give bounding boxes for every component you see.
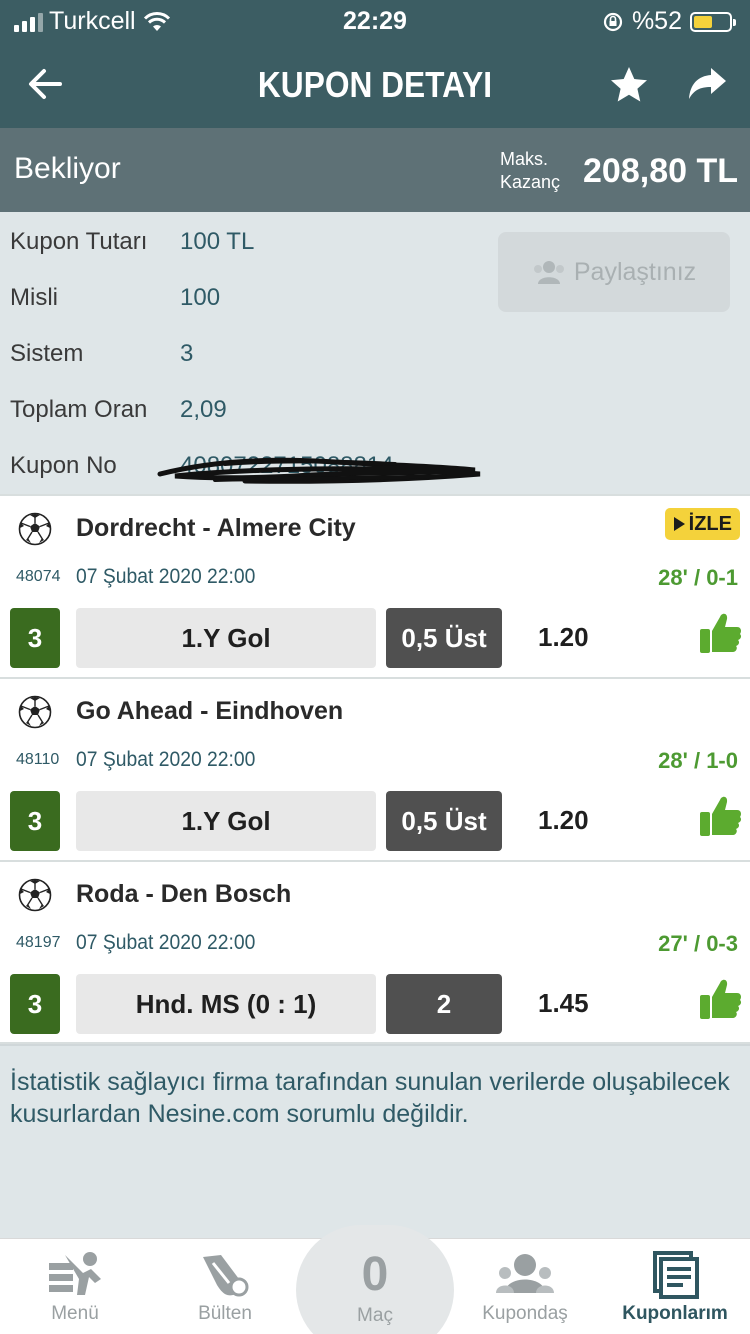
live-score: 28' / 1-0 [658,748,738,773]
battery-icon [690,11,736,32]
info-label: Toplam Oran [10,396,148,423]
match-card[interactable]: Dordrecht - Almere City İZLE 48074 07 Şu… [0,494,750,677]
match-date: 07 Şubat 2020 22:00 [76,931,256,954]
battery-percent: %52 [631,7,682,35]
match-date: 07 Şubat 2020 22:00 [76,565,256,588]
status-right: %52 [602,7,736,36]
play-icon [673,517,685,531]
coupon-state: Bekliyor [14,152,121,185]
page-title: KUPON DETAYI [257,64,493,105]
bet-market: Hnd. MS (0 : 1) [76,974,376,1034]
tab-bulletin[interactable]: Bülten [150,1239,300,1334]
community-icon [496,1254,554,1293]
share-button[interactable]: Paylaştınız [498,232,730,312]
match-date: 07 Şubat 2020 22:00 [76,748,256,771]
bet-odd: 1.20 [538,805,589,835]
tab-label: Menü [51,1303,99,1324]
info-value: 100 TL [180,228,255,255]
bet-market: 1.Y Gol [76,791,376,851]
bet-odd: 1.45 [538,988,589,1018]
share-button-label: Paylaştınız [573,257,697,286]
max-win-label-line1: Maks. [500,149,549,169]
soccer-ball-icon [18,695,52,729]
info-value: 100 [180,284,221,311]
info-label: Misli [10,284,58,311]
info-label: Kupon Tutarı [10,228,148,255]
my-coupons-icon [653,1251,699,1299]
share-arrow-icon[interactable] [686,64,728,106]
bet-pick: 0,5 Üst [386,791,502,851]
tab-label: Maç [357,1305,393,1326]
match-card[interactable]: Roda - Den Bosch 48197 07 Şubat 2020 22:… [0,860,750,1044]
live-score: 28' / 0-1 [658,565,738,590]
app-header: KUPON DETAYI [0,44,750,128]
info-label: Sistem [10,340,84,367]
coupon-info: Kupon Tutarı 100 TL Misli 100 Sistem 3 T… [0,212,750,494]
tab-my-coupons[interactable]: Kuponlarım [600,1239,750,1334]
tab-match-count[interactable]: 0 Maç [296,1225,454,1334]
bet-pick: 0,5 Üst [386,608,502,668]
coupon-status-bar: Bekliyor Maks. Kazanç 208,80 TL [0,128,750,212]
match-code: 48074 [16,568,61,585]
match-teams: Dordrecht - Almere City [76,514,356,542]
tab-label: Kupondaş [482,1303,568,1324]
mbs-badge: 3 [10,974,60,1034]
tab-label: Bülten [198,1303,252,1324]
thumbs-up-icon [700,613,742,653]
redaction-scribble [157,457,481,484]
max-win-label-line2: Kazanç [500,172,561,192]
tab-menu[interactable]: Menü [0,1239,150,1334]
tab-label: Kuponlarım [622,1303,728,1324]
bet-odd: 1.20 [538,622,589,652]
star-icon[interactable] [608,64,650,106]
thumbs-up-icon [700,979,742,1019]
match-teams: Roda - Den Bosch [76,880,292,908]
watch-button[interactable]: İZLE [664,508,740,540]
mbs-badge: 3 [10,608,60,668]
disclaimer-panel: İstatistik sağlayıcı firma tarafından su… [0,1044,750,1238]
rotation-lock-icon [603,12,623,31]
bottom-tab-bar: Menü Bülten 0 Maç Kupondaş Kuponlarım [0,1225,750,1334]
max-win-value: 208,80 TL [583,152,738,190]
bulletin-icon [203,1255,249,1297]
bet-market: 1.Y Gol [76,608,376,668]
soccer-ball-icon [18,878,52,912]
match-count: 0 [361,1248,389,1301]
watch-label: İZLE [688,512,732,535]
info-value: 2,09 [180,396,227,423]
disclaimer-text: İstatistik sağlayıcı firma tarafından su… [10,1068,730,1128]
bet-pick: 2 [386,974,502,1034]
mbs-badge: 3 [10,791,60,851]
info-value: 3 [180,340,194,367]
match-card[interactable]: Go Ahead - Eindhoven 48110 07 Şubat 2020… [0,677,750,860]
live-score: 27' / 0-3 [658,931,738,956]
thumbs-up-icon [700,796,742,836]
group-icon [533,261,564,284]
status-bar: Turkcell 22:29 %52 [0,0,750,44]
max-win-label: Maks. Kazanç [500,148,560,194]
match-teams: Go Ahead - Eindhoven [76,697,344,725]
menu-icon [49,1252,101,1295]
soccer-ball-icon [18,512,52,546]
match-code: 48197 [16,934,61,951]
match-code: 48110 [16,751,60,768]
tab-kupondas[interactable]: Kupondaş [450,1239,600,1334]
